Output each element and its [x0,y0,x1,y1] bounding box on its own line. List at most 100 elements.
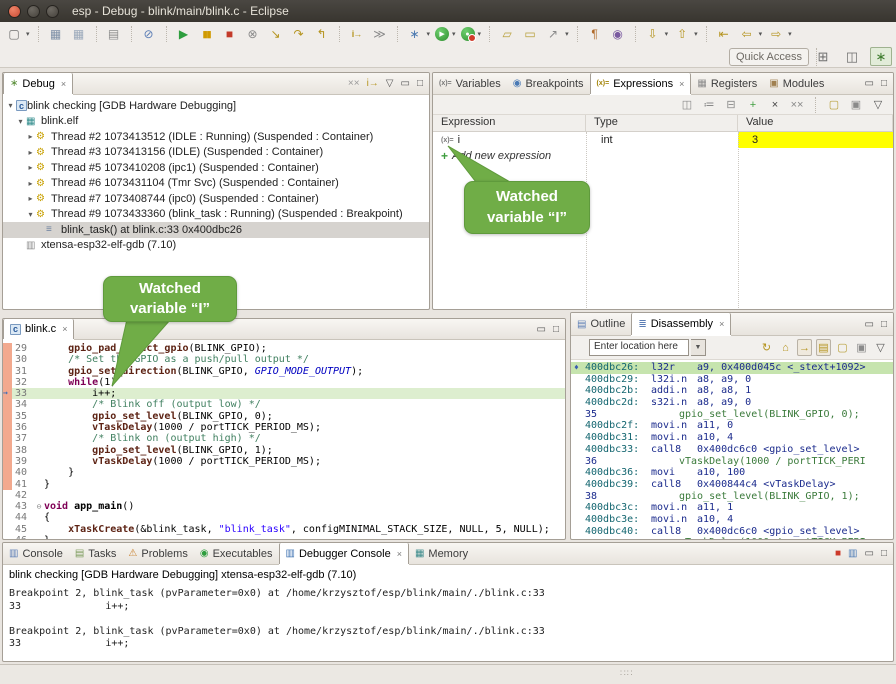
expand-arrow-icon[interactable]: ▸ [25,132,36,141]
dropdown-arrow-icon[interactable]: ▾ [788,30,792,38]
show-source-icon[interactable]: ▤ [816,339,831,356]
code-line[interactable]: 34 /* Blink off (output low) */ [3,399,565,410]
remove-all-expressions-icon[interactable]: ×× [790,96,804,113]
view-menu-icon[interactable]: ▽ [871,96,885,113]
expand-arrow-icon[interactable]: ▾ [15,117,26,126]
pin-view-icon[interactable]: ▣ [854,339,869,356]
disassembly-line[interactable]: 400dbc2d:s32i.na8, a9, 0 [571,397,893,409]
close-icon[interactable]: × [61,79,66,89]
annotation-ruler[interactable] [3,445,12,456]
minimize-icon[interactable]: ▭ [865,78,874,89]
add-expression-row[interactable]: + Add new expression [433,148,893,164]
disassembly-line[interactable]: 400dbc40:call80x400dc6c0 <gpio_set_level… [571,526,893,538]
last-edit-location-icon[interactable]: ⇤ [715,26,733,43]
close-icon[interactable]: × [62,324,67,334]
collapse-all-icon[interactable]: ⊟ [724,96,738,113]
code-line[interactable]: 39 vTaskDelay(1000 / portTICK_PERIOD_MS)… [3,456,565,467]
tab-variables[interactable]: (x)=Variables [433,73,507,94]
tab-breakpoints[interactable]: ◉Breakpoints [507,73,590,94]
tab-memory[interactable]: ▦Memory [409,543,474,564]
annotation-ruler[interactable] [3,535,12,540]
disassembly-line-current[interactable]: ♦400dbc26:l32ra9, 0x400d045c <_stext+109… [571,362,893,374]
tab-debug[interactable]: ∗Debug× [3,73,73,94]
debug-tree-item-selected[interactable]: ≡blink_task() at blink.c:33 0x400dbc26 [3,222,429,238]
back-icon[interactable]: ⇦ [738,26,756,43]
code-line-current[interactable]: →33 i++; [3,388,565,399]
annotation-ruler[interactable] [3,479,12,490]
maximize-icon[interactable]: □ [881,548,887,559]
launch-config-icon[interactable]: ↗ [544,26,562,43]
expression-row[interactable]: (x)= i int 3 [433,132,893,148]
disassembly-source-line[interactable]: vTaskDelay(1000 / portTICK_PERI [571,537,893,540]
tab-debugger-console[interactable]: ▥Debugger Console× [279,543,409,564]
use-step-filters-icon[interactable]: ≫ [371,26,389,43]
debug-tree-item[interactable]: ▸⚙Thread #2 1073413512 (IDLE : Running) … [3,129,429,145]
show-logical-structure-icon[interactable]: ≔ [702,96,716,113]
disassembly-line[interactable]: 400dbc31:movi.na10, 4 [571,432,893,444]
tab-problems[interactable]: ⚠Problems [122,543,193,564]
expand-arrow-icon[interactable]: ▸ [25,179,36,188]
code-line[interactable]: 37 /* Blink on (output high) */ [3,433,565,444]
dropdown-arrow-icon[interactable]: ▾ [694,30,698,38]
code-line[interactable]: 35 gpio_set_level(BLINK_GPIO, 0); [3,411,565,422]
tab-executables[interactable]: ◉Executables [194,543,279,564]
remove-all-terminated-icon[interactable]: ×× [348,78,360,89]
annotation-ruler[interactable] [3,411,12,422]
dropdown-arrow-icon[interactable]: ▾ [759,30,763,38]
code-line[interactable]: 45 xTaskCreate(&blink_task, "blink_task"… [3,524,565,535]
profile-icon[interactable]: ● [461,27,475,41]
tab-tasks[interactable]: ▤Tasks [69,543,123,564]
tab-blink-c[interactable]: cblink.c× [3,319,74,339]
minimize-button[interactable] [27,5,40,18]
column-value[interactable]: Value [738,115,893,131]
annotation-ruler[interactable] [3,456,12,467]
dropdown-arrow-icon[interactable]: ▾ [565,30,569,38]
disassembly-line[interactable]: 400dbc3e:movi.na10, 4 [571,514,893,526]
disassembly-source-line[interactable]: 36vTaskDelay(1000 / portTICK_PERI [571,456,893,468]
view-menu-icon[interactable]: ▽ [386,78,394,89]
debug-tree-item[interactable]: ▸⚙Thread #5 1073410208 (ipc1) (Suspended… [3,160,429,176]
disconnect-icon[interactable]: ⊗ [244,26,262,43]
location-input[interactable]: Enter location here [589,339,689,356]
step-return-icon[interactable]: ↰ [313,26,331,43]
disassembly-line[interactable]: 400dbc3c:movi.na11, 1 [571,502,893,514]
disassembly-source-line[interactable]: 38gpio_set_level(BLINK_GPIO, 1); [571,491,893,503]
maximize-icon[interactable]: □ [553,324,559,335]
annotation-ruler[interactable] [3,512,12,523]
disassembly-line[interactable]: 400dbc33:call80x400dc6c0 <gpio_set_level… [571,444,893,456]
code-line[interactable]: 30 /* Set the GPIO as a push/pull output… [3,354,565,365]
disassembly-line[interactable]: 400dbc2f:movi.na11, 0 [571,420,893,432]
minimize-icon[interactable]: ▭ [865,319,874,330]
sash-grip[interactable]: ∷∷ [620,668,633,679]
open-perspective-icon[interactable]: ⊞ [812,47,834,66]
disassembly-source-line[interactable]: 35gpio_set_level(BLINK_GPIO, 0); [571,409,893,421]
maximize-icon[interactable]: □ [881,319,887,330]
add-expression-icon[interactable]: + [746,96,760,113]
dropdown-arrow-icon[interactable]: ▾ [452,30,456,38]
step-into-icon[interactable]: ↘ [267,26,285,43]
terminate-icon[interactable]: ■ [221,26,239,43]
code-line[interactable]: 36 vTaskDelay(1000 / portTICK_PERIOD_MS)… [3,422,565,433]
save-all-icon[interactable]: ▦ [70,26,88,43]
debug-tree-item[interactable]: ▾⚙Thread #9 1073433360 (blink_task : Run… [3,207,429,223]
instruction-step-icon[interactable]: i→ [348,26,366,43]
expression-value[interactable]: 3 [738,132,893,148]
refresh-icon[interactable]: ↻ [759,339,774,356]
code-line[interactable]: 42 [3,490,565,501]
disassembly-line[interactable]: 400dbc2b:addi.na8, a8, 1 [571,385,893,397]
minimize-icon[interactable]: ▭ [537,324,546,335]
code-line[interactable]: 40 } [3,467,565,478]
maximize-button[interactable] [46,5,59,18]
debug-icon[interactable]: ∗ [406,26,424,43]
annotation-ruler[interactable] [3,501,12,512]
code-line[interactable]: 43⊖void app_main() [3,501,565,512]
terminate-icon[interactable]: ■ [835,548,841,559]
open-folder-icon[interactable]: ▱ [498,26,516,43]
edit-annotations-icon[interactable]: ¶ [586,26,604,43]
tab-outline[interactable]: ▤Outline [571,313,631,335]
dropdown-arrow-icon[interactable]: ▾ [478,30,482,38]
close-icon[interactable]: × [679,79,684,89]
close-icon[interactable]: × [397,549,402,559]
debug-perspective-icon[interactable]: ∗ [870,47,892,66]
home-icon[interactable]: ⌂ [778,339,793,356]
